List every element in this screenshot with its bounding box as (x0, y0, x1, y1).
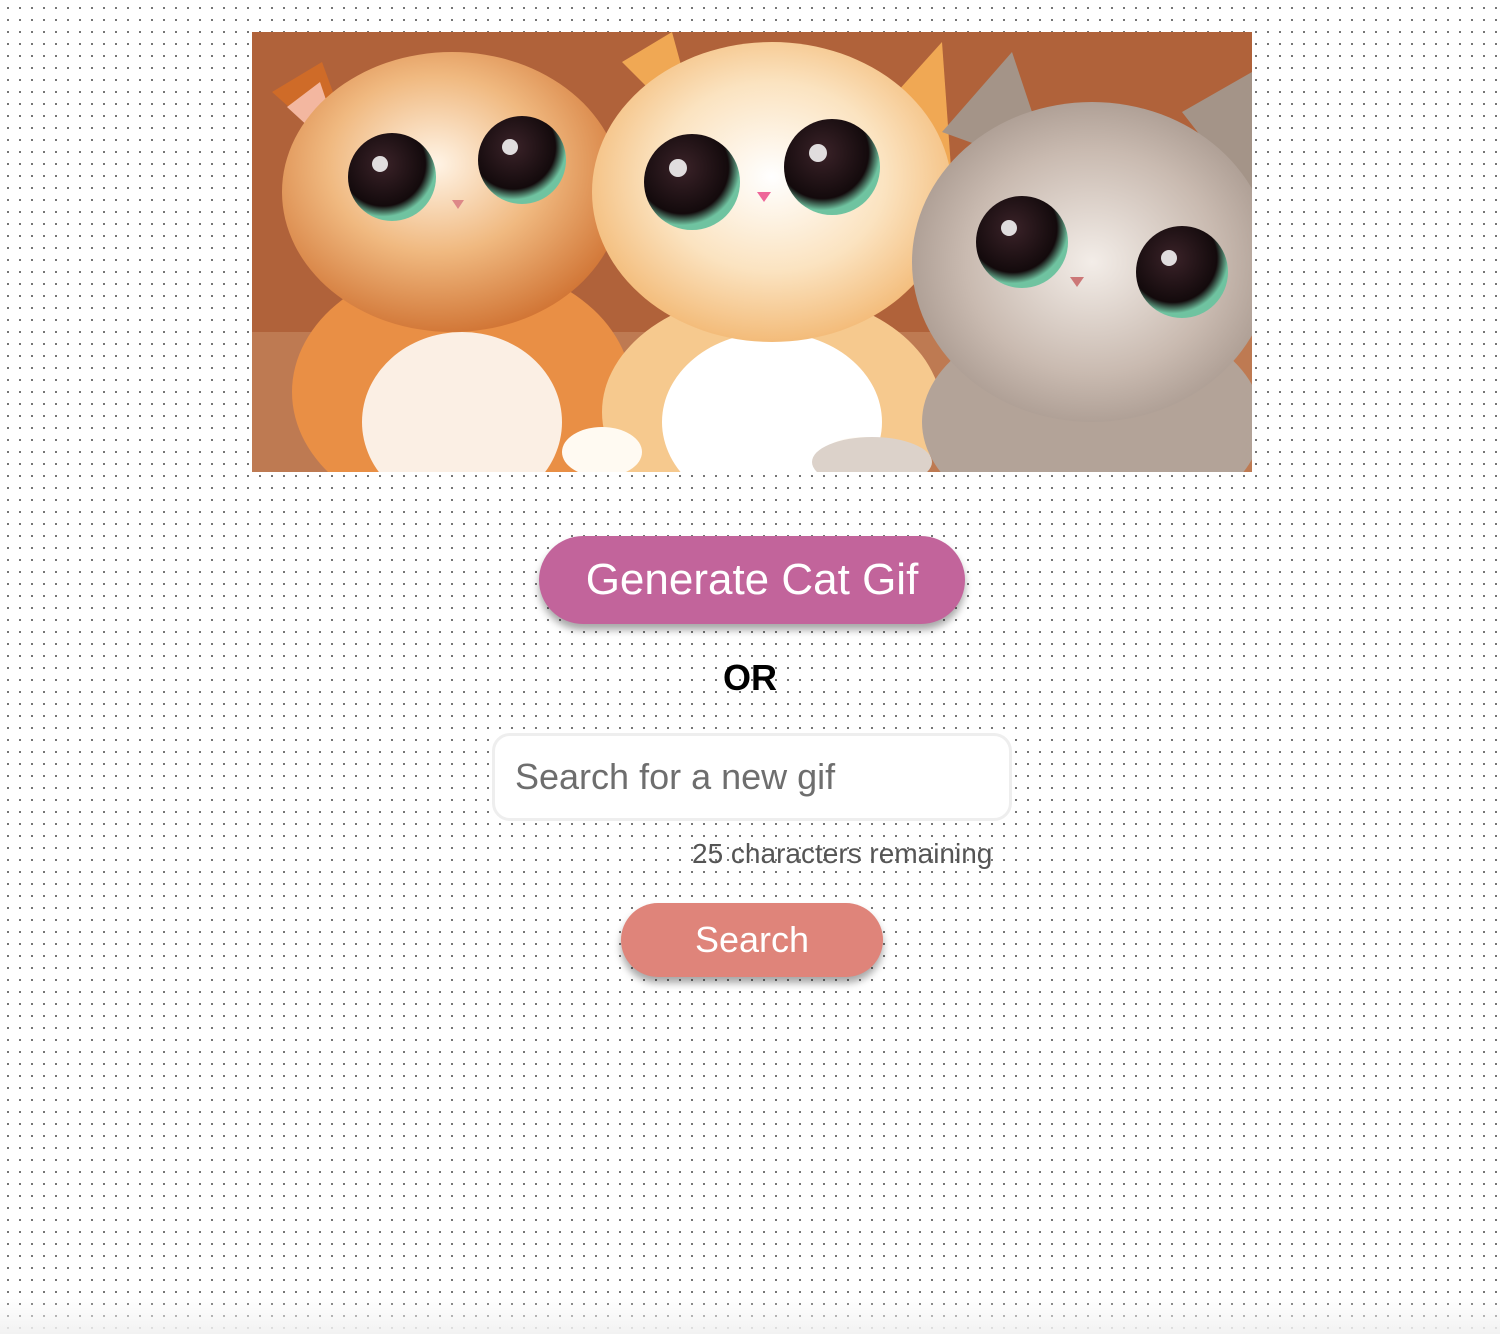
or-separator: OR (723, 657, 777, 698)
characters-remaining-counter: 25 characters remaining (692, 838, 993, 869)
gif-search-input[interactable] (492, 733, 1012, 821)
cat-gif-image (252, 32, 1252, 472)
kittens-illustration (252, 32, 1252, 472)
generate-cat-gif-button[interactable]: Generate Cat Gif (539, 536, 965, 624)
bottom-scroll-fade (0, 1298, 1500, 1334)
search-button[interactable]: Search (621, 903, 883, 977)
